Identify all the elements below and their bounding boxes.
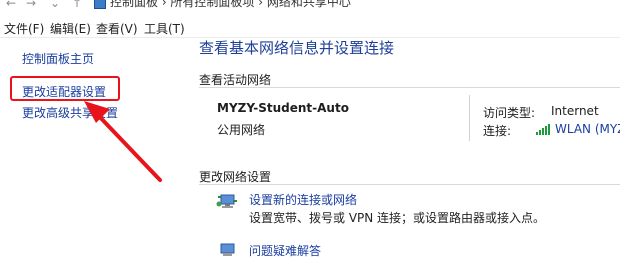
control-panel-icon <box>94 0 106 9</box>
annotation-highlight-box <box>10 76 120 101</box>
connection-value: WLAN (MYZY- <box>555 122 620 136</box>
network-type: 公用网络 <box>217 123 266 137</box>
wifi-signal-icon <box>536 123 550 135</box>
troubleshoot-icon <box>220 243 235 256</box>
menu-tools[interactable]: 工具(T) <box>144 20 185 37</box>
breadcrumb[interactable]: 控制面板 › 所有控制面板项 › 网络和共享中心 <box>110 0 351 10</box>
menu-edit[interactable]: 编辑(E) <box>50 20 91 37</box>
divider <box>199 184 620 185</box>
menu-bar: 文件(F) 编辑(E) 查看(V) 工具(T) <box>0 15 620 38</box>
menu-view[interactable]: 查看(V) <box>96 20 138 37</box>
connection-link[interactable]: WLAN (MYZY- <box>536 122 620 136</box>
up-arrow-icon[interactable]: ↑ <box>72 0 82 10</box>
main-panel: 查看基本网络信息并设置连接 查看活动网络 MYZY-Student-Auto 公… <box>186 38 620 258</box>
menu-file[interactable]: 文件(F) <box>4 20 44 37</box>
address-bar: ← → ⌄ ↑ 控制面板 › 所有控制面板项 › 网络和共享中心 <box>0 0 620 14</box>
divider-vertical <box>469 95 470 141</box>
forward-arrow-icon[interactable]: → <box>26 0 36 10</box>
section-title-change-settings: 更改网络设置 <box>199 170 272 184</box>
setup-connection-description: 设置宽带、拨号或 VPN 连接；或设置路由器或接入点。 <box>249 211 546 225</box>
access-type-value: Internet <box>551 104 599 118</box>
page-title: 查看基本网络信息并设置连接 <box>199 39 395 57</box>
divider <box>199 87 620 88</box>
sidebar-item-home[interactable]: 控制面板主页 <box>22 50 94 67</box>
access-type-label: 访问类型: <box>483 106 536 120</box>
network-name: MYZY-Student-Auto <box>217 101 349 115</box>
setup-connection-link[interactable]: 设置新的连接或网络 <box>249 191 357 208</box>
sidebar: 控制面板主页 更改适配器设置 更改高级共享设置 <box>0 38 186 249</box>
connection-label: 连接: <box>483 124 512 138</box>
sidebar-item-advanced-sharing[interactable]: 更改高级共享设置 <box>22 104 118 121</box>
troubleshoot-link[interactable]: 问题疑难解答 <box>249 242 321 259</box>
chevron-down-icon[interactable]: ⌄ <box>50 0 60 10</box>
new-connection-icon <box>216 194 237 208</box>
back-arrow-icon[interactable]: ← <box>6 0 16 10</box>
section-title-active-networks: 查看活动网络 <box>199 73 272 87</box>
